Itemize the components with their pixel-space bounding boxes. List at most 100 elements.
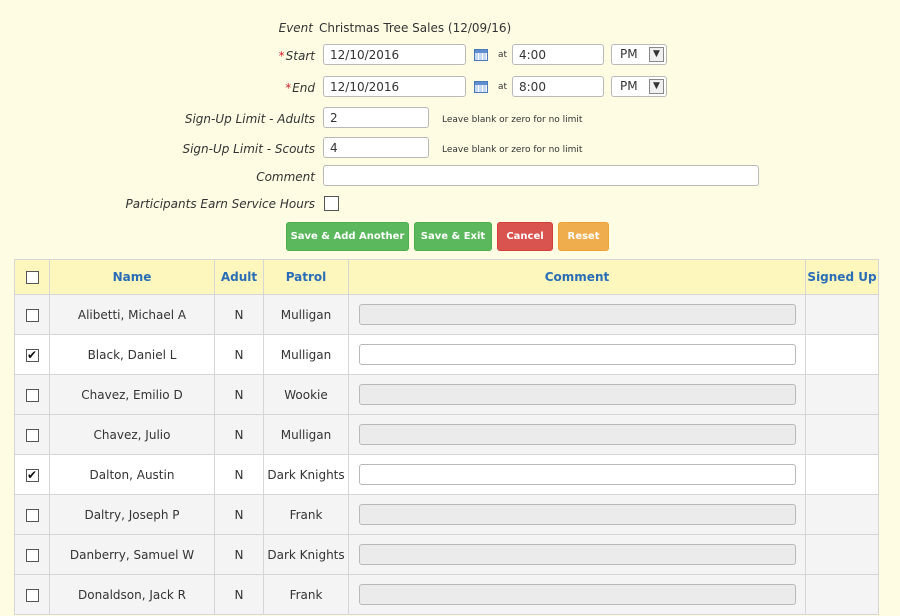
participant-signed-up bbox=[805, 334, 879, 375]
row-select-checkbox[interactable] bbox=[25, 428, 39, 442]
limit-adults-hint: Leave blank or zero for no limit bbox=[442, 115, 583, 125]
participant-patrol: Dark Knights bbox=[263, 534, 349, 575]
participant-adult: N bbox=[214, 294, 264, 335]
row-select-checkbox[interactable] bbox=[25, 588, 39, 602]
row-select-checkbox[interactable]: ✔ bbox=[25, 468, 39, 482]
service-hours-label: Participants Earn Service Hours bbox=[125, 197, 315, 211]
participant-adult: N bbox=[214, 494, 264, 535]
participant-adult: N bbox=[214, 374, 264, 415]
start-ampm-value: PM bbox=[620, 47, 638, 61]
participant-comment-input[interactable] bbox=[358, 584, 796, 605]
row-select-checkbox[interactable] bbox=[25, 308, 39, 322]
start-at-label: at bbox=[498, 50, 508, 60]
start-date-input[interactable] bbox=[323, 44, 466, 65]
column-header-name[interactable]: Name bbox=[49, 259, 215, 295]
row-select-checkbox[interactable] bbox=[25, 508, 39, 522]
end-date-input[interactable] bbox=[323, 76, 466, 97]
participant-comment-input[interactable] bbox=[358, 504, 796, 525]
start-calendar-icon[interactable] bbox=[474, 49, 488, 61]
row-select-cell bbox=[14, 534, 50, 575]
participant-comment-input[interactable] bbox=[358, 544, 796, 565]
column-header-comment[interactable]: Comment bbox=[348, 259, 806, 295]
end-label: *End bbox=[285, 81, 315, 95]
participant-comment-cell bbox=[348, 294, 806, 335]
cancel-button[interactable]: Cancel bbox=[497, 222, 553, 251]
participant-adult: N bbox=[214, 534, 264, 575]
participant-patrol: Frank bbox=[263, 574, 349, 615]
end-calendar-icon[interactable] bbox=[474, 81, 488, 93]
participant-comment-input[interactable] bbox=[358, 424, 796, 445]
participant-adult: N bbox=[214, 334, 264, 375]
participant-name: Dalton, Austin bbox=[49, 454, 215, 495]
end-time-input[interactable] bbox=[512, 76, 604, 97]
table-row: Donaldson, Jack R N Frank bbox=[14, 574, 879, 615]
participant-signed-up bbox=[805, 494, 879, 535]
participant-signed-up bbox=[805, 454, 879, 495]
participant-comment-cell bbox=[348, 494, 806, 535]
chevron-down-icon: ▼ bbox=[649, 79, 664, 94]
row-select-cell: ✔ bbox=[14, 454, 50, 495]
comment-input[interactable] bbox=[323, 165, 759, 186]
participant-adult: N bbox=[214, 454, 264, 495]
participant-comment-input[interactable] bbox=[358, 464, 796, 485]
reset-button[interactable]: Reset bbox=[558, 222, 609, 251]
participant-name: Daltry, Joseph P bbox=[49, 494, 215, 535]
participant-signed-up bbox=[805, 414, 879, 455]
service-hours-checkbox[interactable] bbox=[324, 196, 339, 211]
participant-patrol: Frank bbox=[263, 494, 349, 535]
start-label: *Start bbox=[279, 49, 315, 63]
limit-scouts-input[interactable] bbox=[323, 137, 429, 158]
table-row: Danberry, Samuel W N Dark Knights bbox=[14, 534, 879, 575]
participant-signed-up bbox=[805, 534, 879, 575]
row-select-checkbox[interactable] bbox=[25, 548, 39, 562]
participant-signed-up bbox=[805, 574, 879, 615]
save-add-another-button[interactable]: Save & Add Another bbox=[286, 222, 409, 251]
column-header-adult[interactable]: Adult bbox=[214, 259, 264, 295]
participant-adult: N bbox=[214, 414, 264, 455]
row-select-checkbox[interactable] bbox=[25, 388, 39, 402]
required-mark: * bbox=[278, 49, 285, 63]
limit-adults-input[interactable] bbox=[323, 107, 429, 128]
end-ampm-select[interactable]: PM ▼ bbox=[611, 76, 667, 97]
end-ampm-value: PM bbox=[620, 79, 638, 93]
participant-comment-input[interactable] bbox=[358, 304, 796, 325]
column-header-signed-up[interactable]: Signed Up bbox=[805, 259, 879, 295]
table-row: Daltry, Joseph P N Frank bbox=[14, 494, 879, 535]
participant-name: Alibetti, Michael A bbox=[49, 294, 215, 335]
chevron-down-icon: ▼ bbox=[649, 47, 664, 62]
table-row: Chavez, Julio N Mulligan bbox=[14, 414, 879, 455]
event-signup-form: Event Christmas Tree Sales (12/09/16) *S… bbox=[0, 0, 900, 255]
limit-adults-label: Sign-Up Limit - Adults bbox=[184, 112, 315, 126]
event-name: Christmas Tree Sales (12/09/16) bbox=[319, 21, 512, 35]
participant-comment-cell bbox=[348, 334, 806, 375]
start-label-text: Start bbox=[285, 49, 315, 63]
participant-name: Black, Daniel L bbox=[49, 334, 215, 375]
participants-table: Name Adult Patrol Comment Signed Up Alib… bbox=[14, 259, 879, 615]
participant-name: Chavez, Emilio D bbox=[49, 374, 215, 415]
participant-comment-input[interactable] bbox=[358, 384, 796, 405]
participant-adult: N bbox=[214, 574, 264, 615]
limit-scouts-label: Sign-Up Limit - Scouts bbox=[182, 142, 315, 156]
save-exit-button[interactable]: Save & Exit bbox=[414, 222, 492, 251]
participant-signed-up bbox=[805, 294, 879, 335]
row-select-cell bbox=[14, 374, 50, 415]
participant-comment-cell bbox=[348, 574, 806, 615]
participant-comment-cell bbox=[348, 374, 806, 415]
participant-name: Donaldson, Jack R bbox=[49, 574, 215, 615]
table-header-row: Name Adult Patrol Comment Signed Up bbox=[14, 259, 879, 295]
participant-comment-cell bbox=[348, 454, 806, 495]
column-header-patrol[interactable]: Patrol bbox=[263, 259, 349, 295]
end-label-text: End bbox=[292, 81, 315, 95]
participant-patrol: Mulligan bbox=[263, 334, 349, 375]
row-select-cell bbox=[14, 494, 50, 535]
table-row: Alibetti, Michael A N Mulligan bbox=[14, 294, 879, 335]
start-time-input[interactable] bbox=[512, 44, 604, 65]
row-select-cell: ✔ bbox=[14, 334, 50, 375]
participant-comment-input[interactable] bbox=[358, 344, 796, 365]
limit-scouts-hint: Leave blank or zero for no limit bbox=[442, 145, 583, 155]
start-ampm-select[interactable]: PM ▼ bbox=[611, 44, 667, 65]
table-row: ✔ Black, Daniel L N Mulligan bbox=[14, 334, 879, 375]
table-row: ✔ Dalton, Austin N Dark Knights bbox=[14, 454, 879, 495]
select-all-checkbox[interactable] bbox=[25, 271, 39, 284]
row-select-checkbox[interactable]: ✔ bbox=[25, 348, 39, 362]
